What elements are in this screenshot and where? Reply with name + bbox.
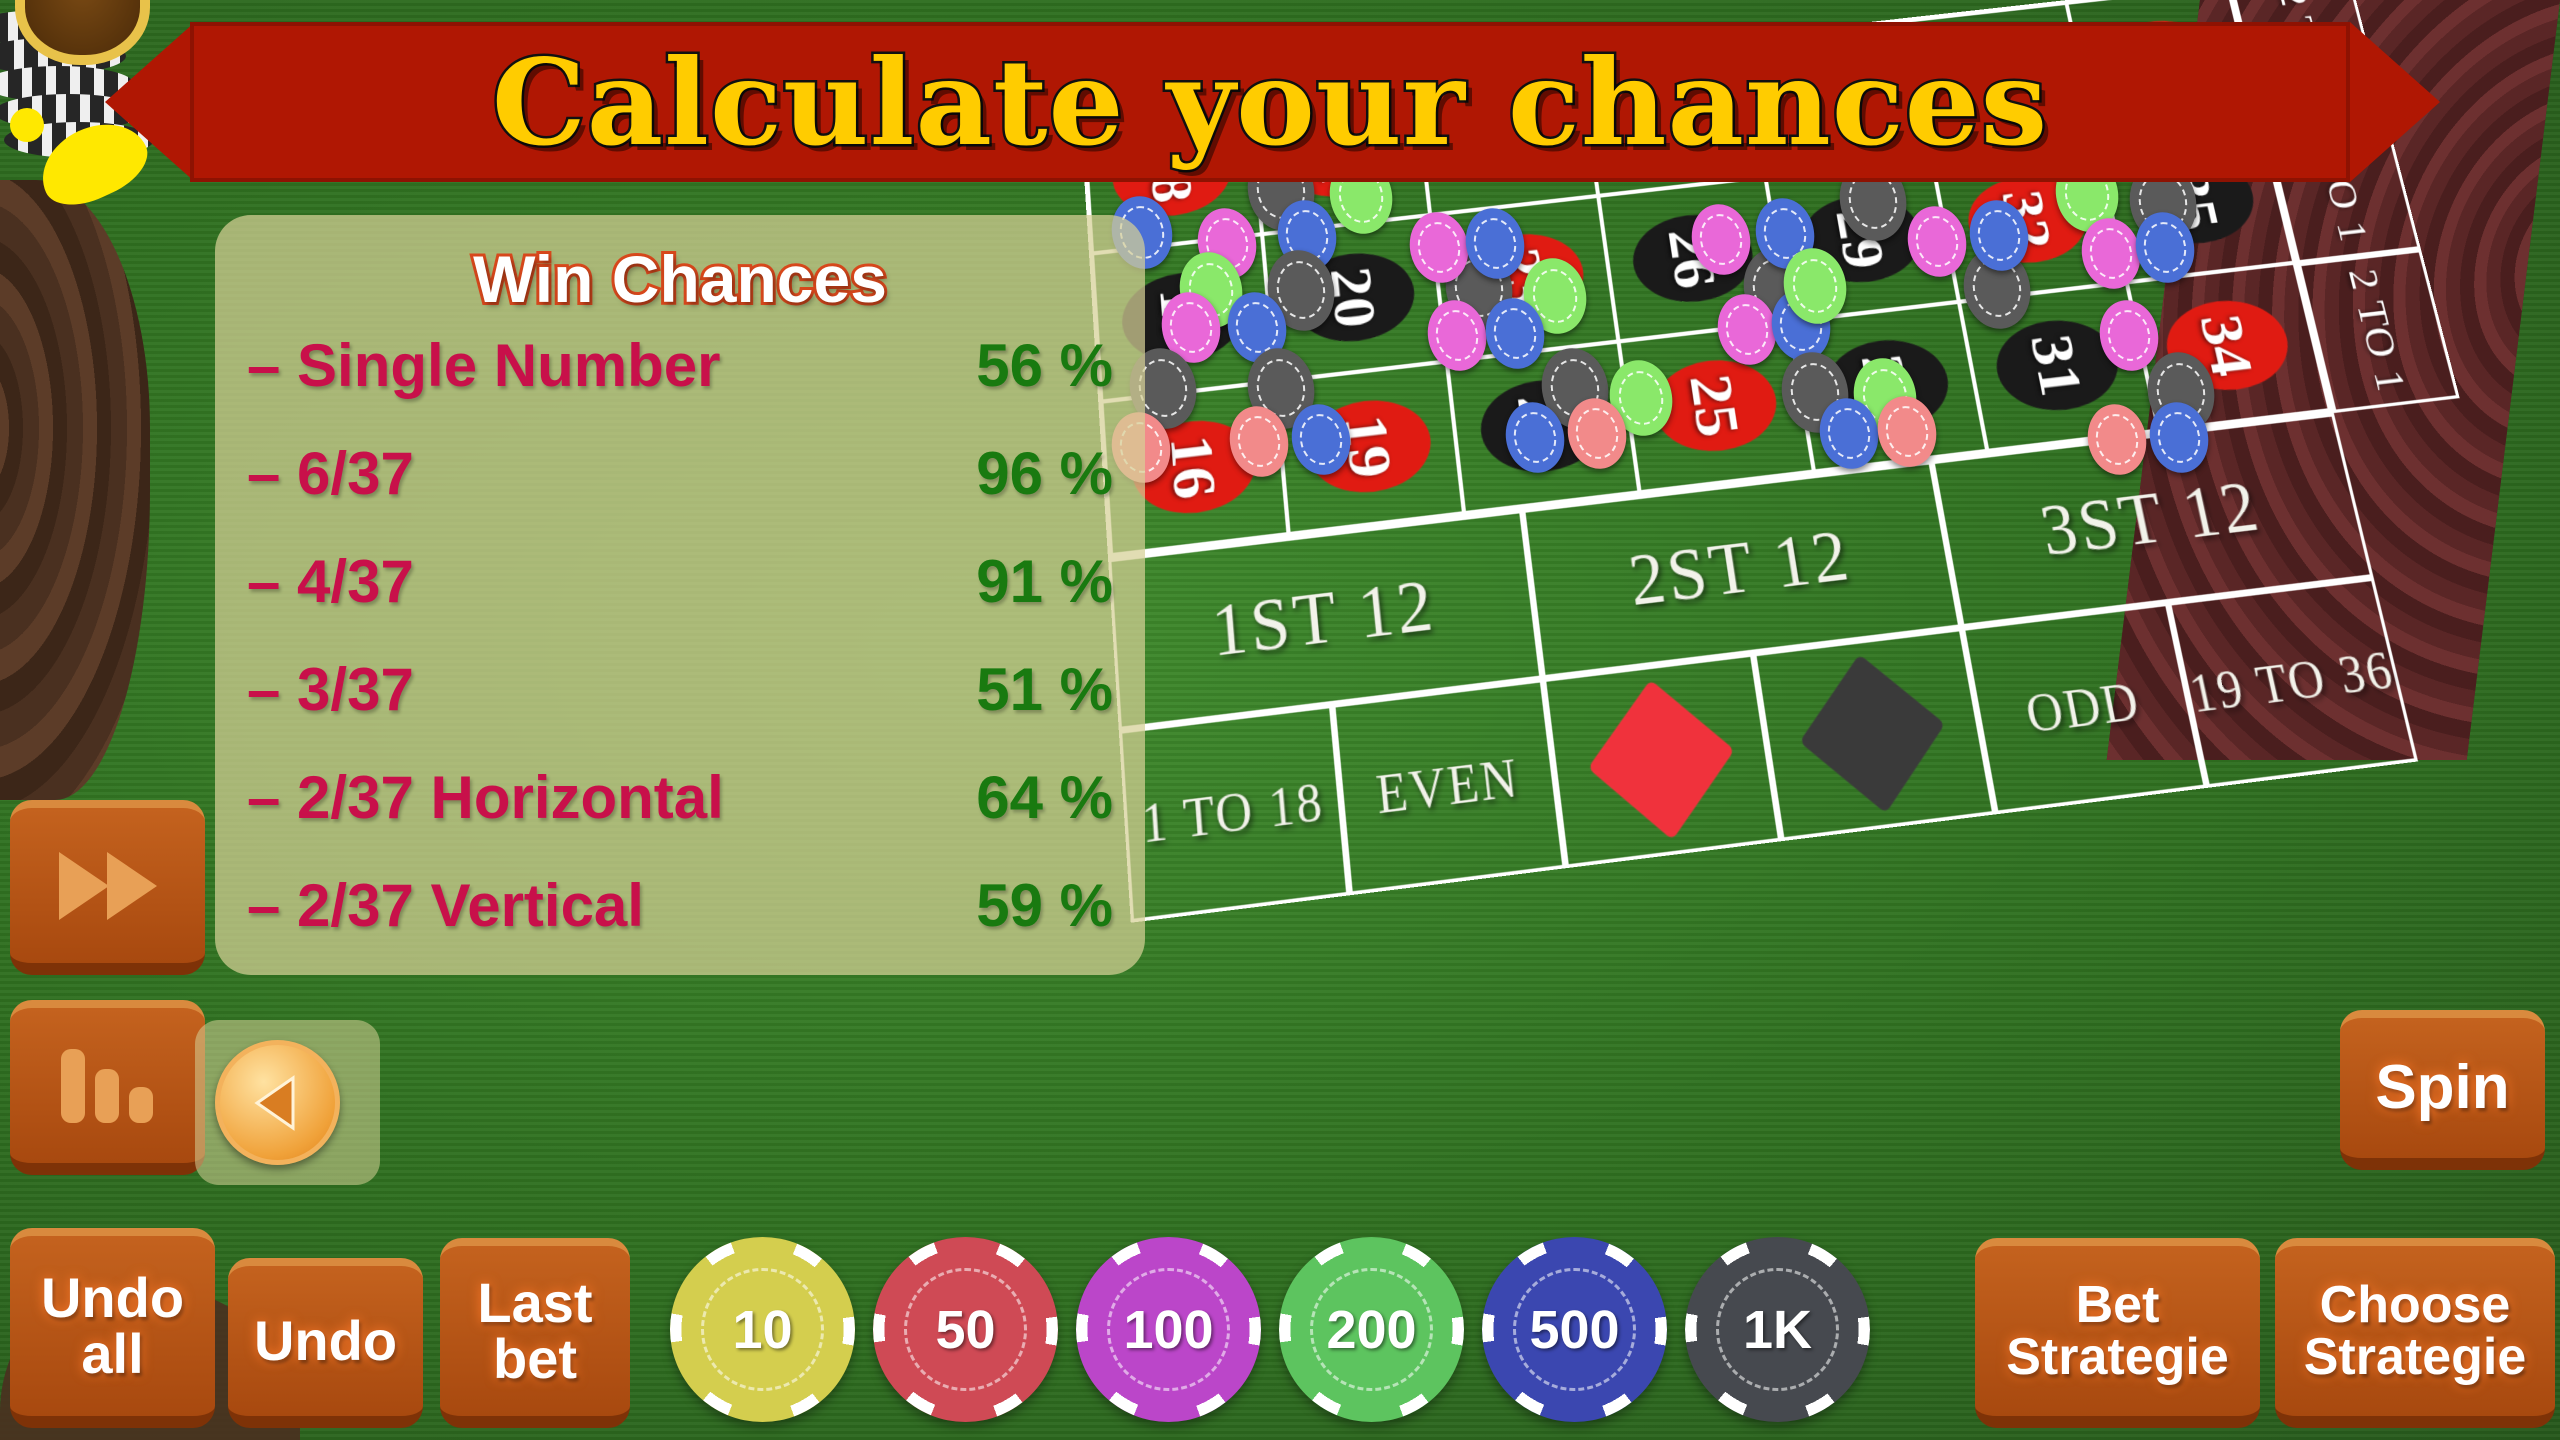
- win-chance-row: – 2/37 Horizontal 64 %: [247, 763, 1113, 871]
- win-chance-value: 51 %: [863, 655, 1113, 724]
- undo-label: Undo: [254, 1313, 397, 1369]
- banner-title: Calculate your chances: [492, 33, 2048, 172]
- win-chances-rows: – Single Number 56 % – 6/37 96 % – 4/37 91 % –…: [247, 331, 1113, 979]
- bottom-toolbar: Undo all Undo Last bet 10 50 100 200 500 1K B…: [0, 1210, 2560, 1440]
- win-chances-panel: Win Chances – Single Number 56 % – 6/37 96 …: [215, 215, 1145, 975]
- chip-10[interactable]: 10: [670, 1237, 855, 1422]
- win-chance-label: – Single Number: [247, 331, 863, 400]
- undo-all-label-line2: all: [81, 1326, 143, 1382]
- bet-strategie-label-line1: Bet: [2076, 1279, 2160, 1331]
- chip-500[interactable]: 500: [1482, 1237, 1667, 1422]
- fast-forward-button[interactable]: [10, 800, 205, 975]
- placed-chip: [2083, 401, 2151, 477]
- win-chance-row: – 4/37 91 %: [247, 547, 1113, 655]
- win-chance-row: – 2/37 Vertical 59 %: [247, 871, 1113, 979]
- last-bet-label-line2: bet: [493, 1331, 577, 1387]
- win-chance-value: 96 %: [863, 439, 1113, 508]
- bet-strategie-label-line2: Strategie: [2006, 1331, 2229, 1383]
- win-chance-value: 56 %: [863, 331, 1113, 400]
- win-chance-label: – 2/37 Horizontal: [247, 763, 863, 832]
- chip-value-label: 10: [732, 1299, 792, 1361]
- undo-button[interactable]: Undo: [228, 1258, 423, 1428]
- last-bet-label-line1: Last: [477, 1275, 592, 1331]
- win-chance-row: – Single Number 56 %: [247, 331, 1113, 439]
- win-chance-label: – 2/37 Vertical: [247, 871, 863, 940]
- chip-value-label: 1K: [1743, 1299, 1812, 1361]
- undo-all-button[interactable]: Undo all: [10, 1228, 215, 1428]
- spin-label: Spin: [2375, 1057, 2509, 1119]
- choose-strategie-label-line2: Strategie: [2304, 1331, 2527, 1383]
- chip-value-label: 500: [1529, 1299, 1619, 1361]
- statistics-button[interactable]: [10, 1000, 205, 1175]
- fast-forward-icon: [53, 846, 163, 926]
- win-chance-value: 64 %: [863, 763, 1113, 832]
- chip-100[interactable]: 100: [1076, 1237, 1261, 1422]
- game-screen: 1821242730333617202326293235161922252831…: [0, 0, 2560, 1440]
- back-button[interactable]: [215, 1040, 340, 1165]
- win-chance-label: – 3/37: [247, 655, 863, 724]
- last-bet-button[interactable]: Last bet: [440, 1238, 630, 1428]
- placed-chip: [1687, 201, 1755, 277]
- win-chances-title: Win Chances: [247, 241, 1113, 317]
- chip-50[interactable]: 50: [873, 1237, 1058, 1422]
- placed-chip: [2095, 297, 2163, 373]
- chip-value-label: 50: [935, 1299, 995, 1361]
- win-chance-row: – 3/37 51 %: [247, 655, 1113, 763]
- bet-strategie-button[interactable]: Bet Strategie: [1975, 1238, 2260, 1428]
- win-chance-label: – 4/37: [247, 547, 863, 616]
- chip-value-label: 100: [1123, 1299, 1213, 1361]
- chip-selector[interactable]: 10 50 100 200 500 1K: [670, 1237, 1870, 1422]
- win-chance-row: – 6/37 96 %: [247, 439, 1113, 547]
- chevron-left-icon: [243, 1068, 313, 1138]
- win-chance-value: 91 %: [863, 547, 1113, 616]
- choose-strategie-label-line1: Choose: [2320, 1279, 2511, 1331]
- choose-strategie-button[interactable]: Choose Strategie: [2275, 1238, 2555, 1428]
- chip-200[interactable]: 200: [1279, 1237, 1464, 1422]
- bar-chart-icon: [53, 1043, 163, 1128]
- spin-button[interactable]: Spin: [2340, 1010, 2545, 1170]
- banner: Calculate your chances: [190, 22, 2350, 182]
- placed-chip: [1903, 203, 1971, 279]
- win-chance-value: 59 %: [863, 871, 1113, 940]
- chip-value-label: 200: [1326, 1299, 1416, 1361]
- chip-1K[interactable]: 1K: [1685, 1237, 1870, 1422]
- win-chance-label: – 6/37: [247, 439, 863, 508]
- undo-all-label-line1: Undo: [41, 1270, 184, 1326]
